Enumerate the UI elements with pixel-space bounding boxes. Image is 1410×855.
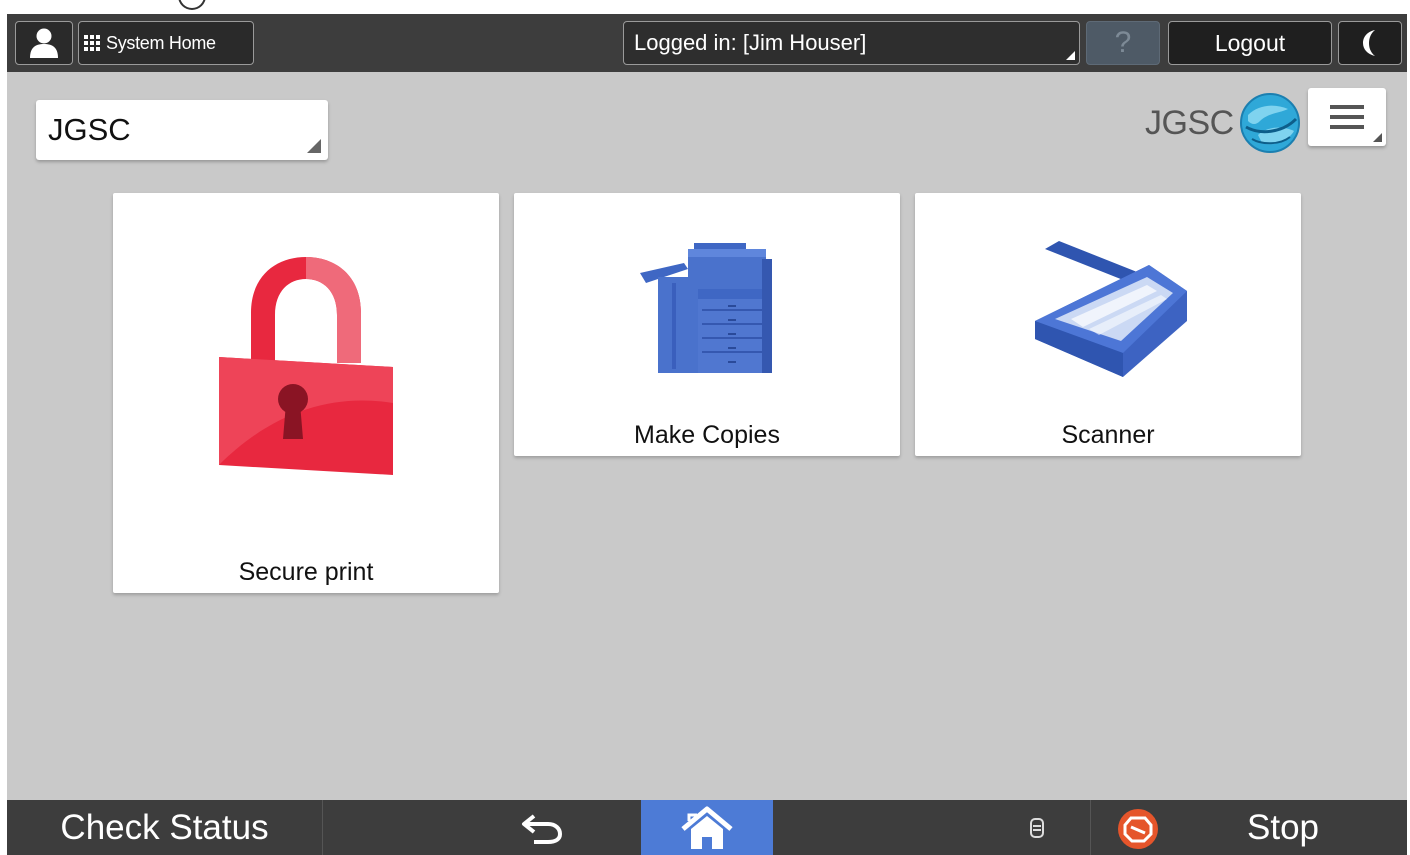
device-screen: System Home Logged in: [Jim Houser] ? Lo… [7, 14, 1407, 855]
home-icon [681, 806, 733, 849]
dropdown-corner-icon [307, 139, 321, 153]
home-button[interactable] [641, 800, 773, 855]
logo-text: JGSC [1145, 103, 1234, 142]
app-tile-make-copies[interactable]: Make Copies [514, 193, 900, 456]
logout-label: Logout [1214, 29, 1286, 56]
stop-icon[interactable] [1117, 808, 1159, 850]
app-label: Make Copies [634, 421, 780, 449]
user-button[interactable] [15, 21, 73, 65]
top-bar: System Home Logged in: [Jim Houser] ? Lo… [7, 14, 1407, 72]
location-dropdown[interactable]: JGSC [36, 100, 328, 160]
stop-label: Stop [1247, 807, 1319, 847]
globe-icon [1239, 93, 1300, 153]
check-status-label: Check Status [60, 807, 269, 847]
user-icon [30, 28, 58, 58]
pointer-cursor [178, 0, 206, 10]
help-button[interactable]: ? [1086, 21, 1160, 65]
jgsc-logo: JGSC [1145, 90, 1302, 156]
copier-icon [640, 243, 772, 373]
apps-grid-icon [84, 35, 100, 51]
help-icon: ? [1114, 26, 1132, 59]
logout-button[interactable]: Logout [1168, 21, 1332, 65]
moon-icon [1363, 30, 1375, 56]
data-indicator-icon [1025, 814, 1049, 842]
menu-button[interactable] [1308, 88, 1386, 146]
divider [1090, 800, 1091, 855]
system-home-button[interactable]: System Home [78, 21, 254, 65]
app-label: Secure print [238, 558, 374, 586]
dropdown-corner-icon [1066, 51, 1075, 60]
menu-corner-icon [1373, 133, 1382, 142]
bottom-bar: Check Status Stop [7, 800, 1407, 855]
check-status-button[interactable]: Check Status [7, 800, 323, 855]
energy-saver-button[interactable] [1338, 21, 1402, 65]
location-dropdown-value: JGSC [48, 112, 131, 147]
back-button[interactable] [512, 806, 572, 850]
padlock-icon [219, 257, 393, 475]
app-tile-secure-print[interactable]: Secure print [113, 193, 499, 593]
app-tile-scanner[interactable]: Scanner [915, 193, 1301, 456]
scanner-icon [1035, 241, 1187, 377]
logged-in-label: Logged in: [Jim Houser] [634, 30, 867, 55]
app-label: Scanner [1061, 421, 1155, 449]
hamburger-menu-icon [1330, 105, 1364, 129]
logged-in-dropdown[interactable]: Logged in: [Jim Houser] [623, 21, 1080, 65]
system-home-label: System Home [106, 32, 216, 53]
stop-button[interactable]: Stop [1247, 800, 1319, 855]
back-arrow-icon [522, 814, 563, 844]
